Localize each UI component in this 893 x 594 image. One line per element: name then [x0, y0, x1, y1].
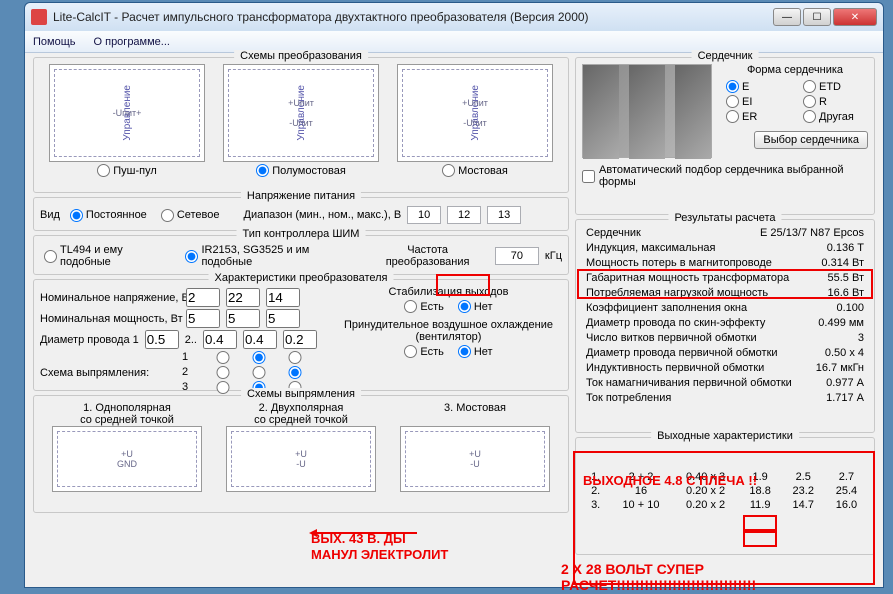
radio-ir2153[interactable]: IR2153, SG3525 и им подобные	[185, 244, 356, 268]
core-image	[582, 64, 712, 158]
p1-input[interactable]	[186, 309, 220, 328]
conv-title: Характеристики преобразователя	[208, 272, 393, 284]
window-title: Lite-CalcIT - Расчет импульсного трансфо…	[53, 10, 773, 24]
cool-yes[interactable]: Есть	[404, 345, 443, 358]
core-ei[interactable]: EI	[726, 95, 787, 108]
nomv-label: Номинальное напряжение, В	[40, 292, 180, 304]
scheme-pushpull-diagram: Управление-Uпит+	[49, 64, 205, 162]
menu-about[interactable]: О программе...	[94, 36, 170, 48]
power-kind-label: Вид	[40, 209, 60, 221]
d3-input[interactable]	[243, 330, 277, 349]
menu-help[interactable]: Помощь	[33, 36, 76, 48]
wire-sep: 2..	[185, 334, 197, 346]
power-max-input[interactable]	[487, 206, 521, 224]
scheme-halfbridge-diagram: Управление+Uпит-Uпит	[223, 64, 379, 162]
core-er[interactable]: ER	[726, 110, 787, 123]
schemes-title: Схемы преобразования	[234, 50, 368, 62]
core-other[interactable]: Другая	[803, 110, 864, 123]
rs2-3[interactable]	[286, 366, 304, 379]
v3-input[interactable]	[266, 288, 300, 307]
rectscheme-label: Схема выпрямления:	[40, 367, 176, 379]
out-table: 1.2 + 20.40 x 31.92.52.7 2.160.20 x 218.…	[582, 470, 868, 512]
freq-input[interactable]	[495, 247, 539, 265]
app-window: Lite-CalcIT - Расчет импульсного трансфо…	[24, 2, 884, 588]
radio-tl494[interactable]: TL494 и ему подобные	[44, 244, 171, 268]
rect1-diagram: +UGND	[52, 426, 202, 492]
rect2-label-a: 2. Двухполярная	[226, 402, 376, 414]
stab-no[interactable]: Нет	[458, 300, 493, 313]
power-nom-input[interactable]	[447, 206, 481, 224]
table-row: 3.10 + 100.20 x 211.914.716.0	[582, 498, 868, 512]
rs2-2[interactable]	[250, 366, 268, 379]
freq-unit: кГц	[545, 250, 562, 262]
stab-yes[interactable]: Есть	[404, 300, 443, 313]
p3-input[interactable]	[266, 309, 300, 328]
table-row: 2.160.20 x 218.823.225.4	[582, 484, 868, 498]
stab-label: Стабилизация выходов	[335, 286, 562, 298]
radio-halfbridge[interactable]: Полумостовая	[256, 164, 346, 177]
rs2-1[interactable]	[214, 366, 232, 379]
rs3-1[interactable]	[214, 381, 232, 394]
radio-pushpull[interactable]: Пуш-пул	[97, 164, 157, 177]
table-row: 1.2 + 20.40 x 31.92.52.7	[582, 470, 868, 484]
pwm-title: Тип контроллера ШИМ	[237, 228, 366, 240]
content: Схемы преобразования Управление-Uпит+ Пу…	[25, 53, 883, 587]
out-title: Выходные характеристики	[651, 430, 799, 442]
power-title: Напряжение питания	[241, 190, 361, 202]
rect2-label-b: со средней точкой	[226, 414, 376, 426]
rs1-3[interactable]	[286, 351, 304, 364]
d4-input[interactable]	[283, 330, 317, 349]
rs1-1[interactable]	[214, 351, 232, 364]
scheme-bridge-diagram: Управление+Uпит-Uпит	[397, 64, 553, 162]
d1-input[interactable]	[145, 330, 179, 349]
radio-bridge[interactable]: Мостовая	[442, 164, 508, 177]
core-r[interactable]: R	[803, 95, 864, 108]
v2-input[interactable]	[226, 288, 260, 307]
auto-core-checkbox[interactable]: Автоматический подбор сердечника выбранн…	[582, 164, 868, 188]
res-core-value: E 25/13/7 N87 Epcos	[760, 226, 864, 241]
p2-input[interactable]	[226, 309, 260, 328]
radio-dc[interactable]: Постоянное	[70, 209, 147, 222]
cool-no[interactable]: Нет	[458, 345, 493, 358]
titlebar: Lite-CalcIT - Расчет импульсного трансфо…	[25, 3, 883, 31]
choose-core-button[interactable]: Выбор сердечника	[754, 131, 868, 149]
core-title: Сердечник	[692, 50, 759, 62]
results-title: Результаты расчета	[668, 212, 781, 224]
rect3-diagram: +U-U	[400, 426, 550, 492]
core-e[interactable]: E	[726, 80, 787, 93]
rect1-label-a: 1. Однополярная	[52, 402, 202, 414]
res-core-label: Сердечник	[586, 226, 641, 241]
core-etd[interactable]: ETD	[803, 80, 864, 93]
power-range-label: Диапазон (мин., ном., макс.), В	[244, 209, 402, 221]
close-button[interactable]: ✕	[833, 8, 877, 26]
maximize-button[interactable]: ☐	[803, 8, 831, 26]
power-min-input[interactable]	[407, 206, 441, 224]
minimize-button[interactable]: —	[773, 8, 801, 26]
freq-label: Частота преобразования	[366, 244, 489, 268]
radio-ac[interactable]: Сетевое	[161, 209, 220, 222]
app-icon	[31, 9, 47, 25]
d2-input[interactable]	[203, 330, 237, 349]
nomp-label: Номинальная мощность, Вт	[40, 313, 180, 325]
rect2-diagram: +U-U	[226, 426, 376, 492]
rs1-2[interactable]	[250, 351, 268, 364]
coreform-label: Форма сердечника	[722, 64, 868, 76]
cooling-label: Принудительное воздушное охлаждение (вен…	[335, 319, 562, 343]
v1-input[interactable]	[186, 288, 220, 307]
wired-label: Диаметр провода 1	[40, 334, 139, 346]
rect1-label-b: со средней точкой	[52, 414, 202, 426]
rect3-label: 3. Мостовая	[400, 402, 550, 414]
rect-title: Схемы выпрямления	[241, 388, 361, 400]
